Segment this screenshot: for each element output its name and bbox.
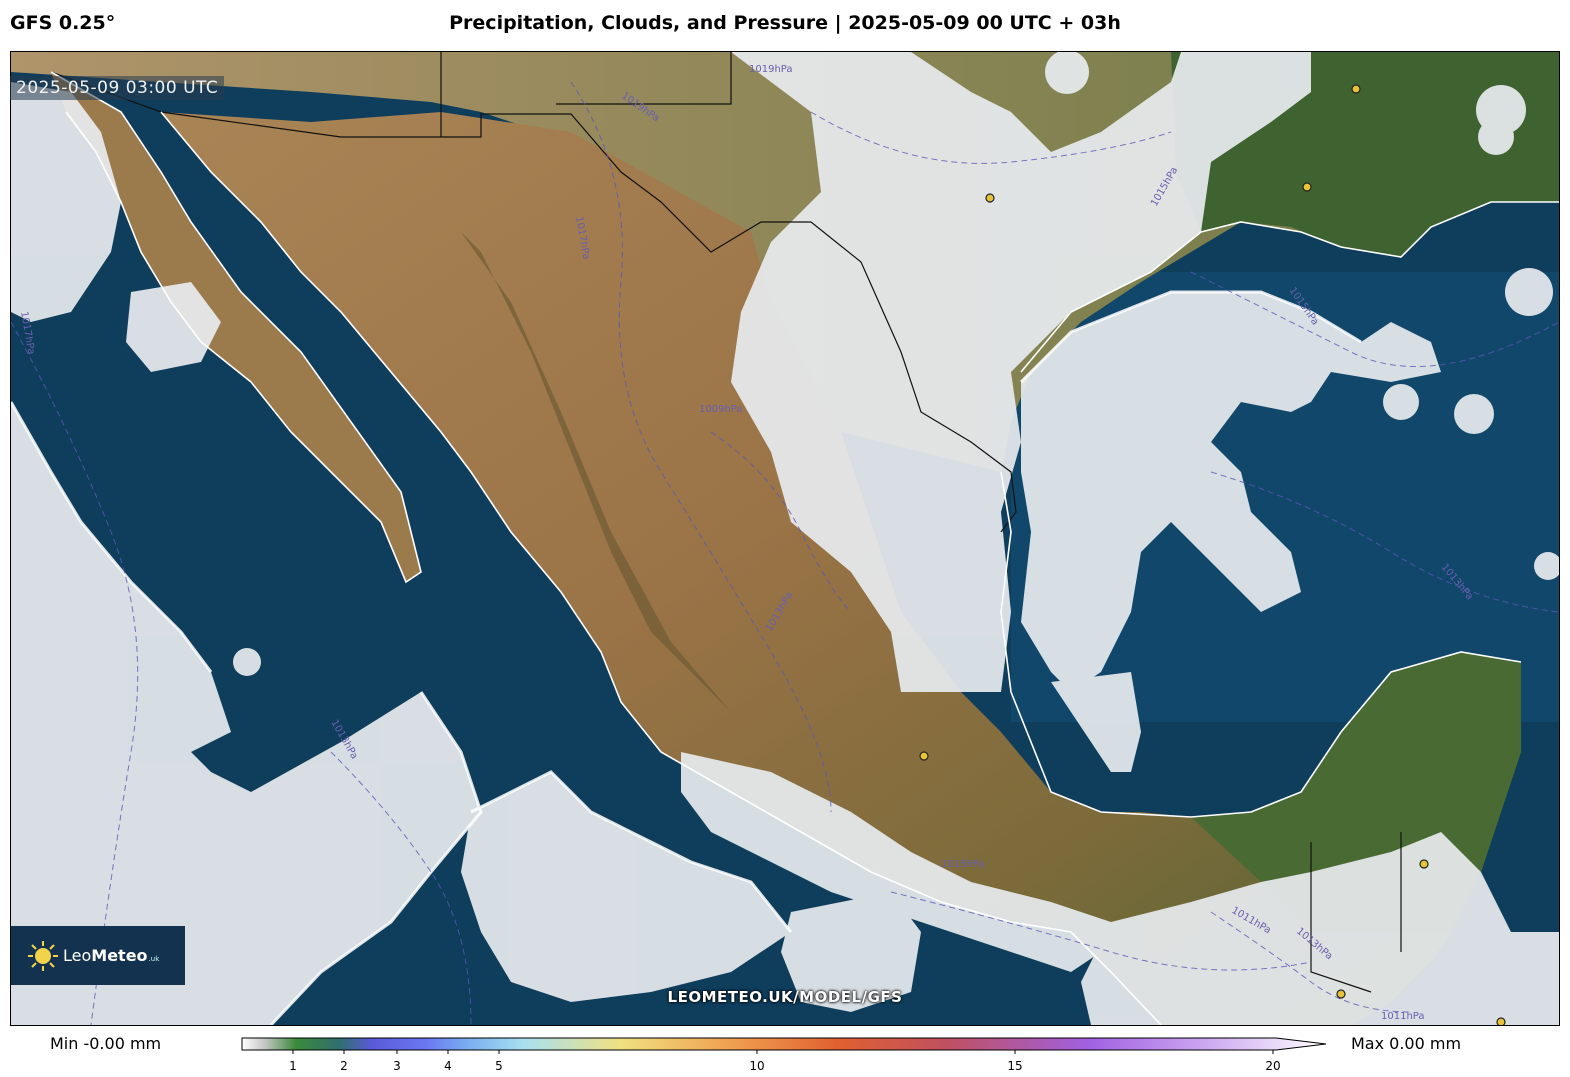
colorbar-tick-label: 2: [340, 1059, 348, 1073]
colorbar-tick-label: 15: [1007, 1059, 1023, 1073]
isobar-label: 1009hPa: [699, 404, 743, 415]
sun-icon: [27, 940, 59, 972]
valid-time-label: 2025-05-09 03:00 UTC: [10, 76, 225, 100]
colorbar-tick-label: 1: [289, 1059, 297, 1073]
city-marker: [1351, 84, 1361, 94]
weather-map[interactable]: 1019hPa 1019hPa 1017hPa 1015hPa 1015hPa …: [10, 51, 1560, 1026]
city-marker: [1496, 1017, 1506, 1025]
isobar-label: 1011hPa: [1381, 1011, 1425, 1022]
chart-title: Precipitation, Clouds, and Pressure | 20…: [449, 12, 1121, 34]
leometeo-logo: LeoMeteo.uk: [11, 926, 185, 985]
colorbar-fill: [241, 1037, 1327, 1051]
isobar-label: 1019hPa: [749, 64, 793, 75]
map-canvas: 1019hPa 1019hPa 1017hPa 1015hPa 1015hPa …: [11, 52, 1559, 1025]
colorbar-tick-label: 20: [1265, 1059, 1281, 1073]
colorbar-ticks: [292, 1050, 1274, 1054]
precipitation-colorbar: [241, 1037, 1327, 1054]
city-marker: [985, 193, 995, 203]
source-watermark: LEOMETEO.UK/MODEL/GFS: [667, 988, 903, 1006]
city-marker: [1302, 182, 1312, 192]
colorbar-tick-label: 3: [393, 1059, 401, 1073]
colorbar-tick-label: 10: [749, 1059, 765, 1073]
colorbar-tick-label: 5: [495, 1059, 503, 1073]
min-value-label: Min -0.00 mm: [50, 1034, 162, 1053]
city-marker: [1419, 859, 1429, 869]
isobar-label: 1015hPa: [941, 859, 985, 870]
colorbar-tick-label: 4: [444, 1059, 452, 1073]
logo-wordmark: LeoMeteo.uk: [63, 946, 160, 965]
max-value-label: Max 0.00 mm: [1351, 1034, 1462, 1053]
city-marker: [919, 751, 929, 761]
